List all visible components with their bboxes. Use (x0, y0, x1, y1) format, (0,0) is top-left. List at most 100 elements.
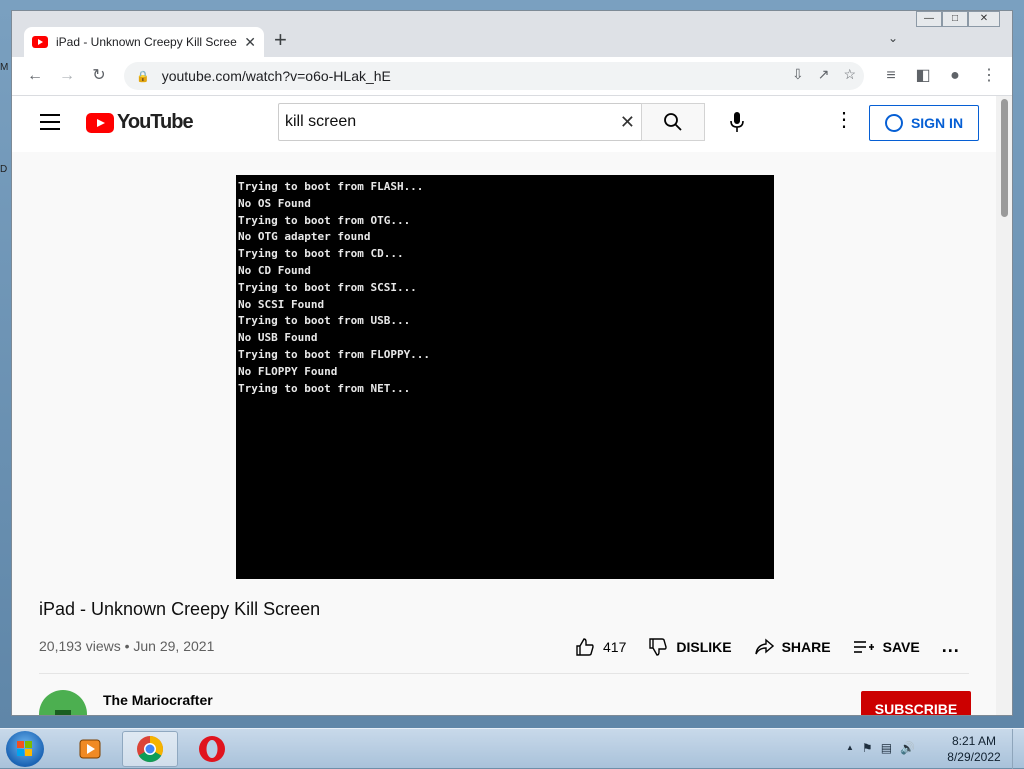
youtube-logo[interactable]: YouTube (86, 111, 194, 134)
playlist-add-icon (853, 640, 874, 653)
browser-menu-icon[interactable]: ⋮ (978, 65, 1000, 87)
network-icon[interactable]: ▤ (881, 741, 892, 755)
taskbar-chrome[interactable] (122, 731, 178, 767)
new-tab-button[interactable]: + (274, 29, 287, 51)
page-scrollbar[interactable] (996, 96, 1012, 715)
youtube-header: YouTube kill screen ✕ ⋮ SIGN IN (12, 96, 996, 152)
youtube-logo-text: YouTube (117, 111, 194, 133)
system-tray: ▲ ⚑ ▤ 🔊 (846, 741, 915, 755)
forward-arrow-icon[interactable]: → (56, 65, 78, 87)
tab-strip: iPad - Unknown Creepy Kill Scree ✕ + ⌄ —… (12, 11, 1012, 57)
console-line: No FLOPPY Found (238, 364, 338, 378)
opera-icon (199, 736, 225, 762)
video-player[interactable]: Trying to boot from FLASH... No OS Found… (236, 175, 774, 579)
lock-icon: 🔒 (136, 70, 150, 83)
search-button[interactable] (641, 103, 705, 141)
console-line: Trying to boot from CD... (238, 247, 404, 261)
subscribe-button[interactable]: SUBSCRIBE (861, 691, 971, 715)
tab-title: iPad - Unknown Creepy Kill Scree (56, 35, 237, 49)
profile-icon[interactable]: ● (944, 65, 966, 87)
youtube-favicon-icon (32, 36, 48, 48)
settings-more-icon[interactable]: ⋮ (834, 110, 854, 130)
clock-time: 8:21 AM (951, 734, 997, 748)
show-desktop-button[interactable] (1012, 729, 1024, 769)
search-input[interactable]: kill screen ✕ (278, 103, 642, 141)
thumbs-up-icon (576, 637, 594, 656)
youtube-page: YouTube kill screen ✕ ⋮ SIGN IN Trying t… (12, 96, 996, 715)
close-window-button[interactable]: ✕ (968, 11, 1000, 27)
save-button[interactable]: SAVE (853, 639, 920, 655)
browser-tab[interactable]: iPad - Unknown Creepy Kill Scree ✕ (24, 27, 264, 57)
youtube-play-icon (86, 112, 114, 133)
share-button[interactable]: SHARE (754, 637, 831, 657)
channel-avatar[interactable] (39, 690, 87, 715)
volume-icon[interactable]: 🔊 (900, 741, 915, 755)
share-page-icon[interactable]: ↗ (818, 66, 830, 83)
console-line: Trying to boot from NET... (238, 381, 411, 395)
search-query[interactable]: kill screen (285, 113, 620, 131)
share-label: SHARE (781, 638, 831, 655)
bookmark-star-icon[interactable]: ☆ (843, 66, 856, 83)
action-center-icon[interactable]: ⚑ (862, 741, 873, 755)
url-text[interactable]: youtube.com/watch?v=o6o-HLak_hE (162, 68, 391, 84)
console-line: Trying to boot from FLOPPY... (238, 347, 431, 361)
account-icon (884, 114, 903, 132)
console-line: No OS Found (238, 196, 311, 210)
taskbar-media-player[interactable] (62, 731, 118, 767)
taskbar: ▲ ⚑ ▤ 🔊 8:21 AM 8/29/2022 (0, 728, 1024, 769)
more-actions-icon[interactable]: ... (942, 636, 960, 657)
console-line: Trying to boot from USB... (238, 314, 411, 328)
watch-content: Trying to boot from FLASH... No OS Found… (12, 152, 996, 715)
start-button[interactable] (6, 731, 44, 767)
browser-window: iPad - Unknown Creepy Kill Scree ✕ + ⌄ —… (11, 10, 1013, 716)
clear-search-icon[interactable]: ✕ (620, 112, 635, 133)
taskbar-opera[interactable] (184, 731, 240, 767)
video-actions: 417 DISLIKE SHARE SAVE ... (575, 636, 960, 657)
back-arrow-icon[interactable]: ← (24, 65, 46, 87)
tab-close-icon[interactable]: ✕ (244, 34, 256, 51)
like-count: 417 (603, 638, 627, 655)
hamburger-menu-icon[interactable] (40, 114, 60, 130)
sign-in-button[interactable]: SIGN IN (869, 105, 979, 141)
console-line: No OTG adapter found (238, 230, 371, 244)
chrome-icon (137, 736, 164, 763)
show-hidden-icons-icon[interactable]: ▲ (846, 741, 854, 755)
side-panel-icon[interactable]: ◧ (912, 65, 934, 87)
install-app-icon[interactable]: ⇩ (792, 66, 804, 83)
video-meta: 20,193 views • Jun 29, 2021 (39, 638, 215, 654)
console-line: Trying to boot from SCSI... (238, 280, 417, 294)
browser-toolbar: ← → ↻ 🔒 youtube.com/watch?v=o6o-HLak_hE … (12, 57, 1012, 96)
scrollbar-thumb[interactable] (1001, 99, 1008, 217)
maximize-button[interactable]: □ (942, 11, 968, 27)
tab-search-chevron-icon[interactable]: ⌄ (888, 31, 898, 45)
save-label: SAVE (882, 638, 920, 655)
thumbs-down-icon (649, 637, 668, 656)
share-arrow-icon (754, 637, 774, 654)
reload-icon[interactable]: ↻ (88, 65, 110, 87)
media-player-icon (79, 739, 101, 759)
search-icon (664, 113, 682, 131)
address-bar[interactable]: 🔒 youtube.com/watch?v=o6o-HLak_hE ⇩ ↗ ☆ (124, 62, 864, 90)
voice-search-button[interactable] (720, 105, 754, 139)
console-line: No SCSI Found (238, 297, 325, 311)
console-line: Trying to boot from FLASH... (238, 180, 424, 193)
dislike-label: DISLIKE (676, 638, 732, 655)
video-title: iPad - Unknown Creepy Kill Screen (39, 599, 321, 619)
windows-logo-icon (17, 741, 33, 757)
divider (39, 673, 969, 674)
microphone-icon (730, 112, 744, 132)
console-line: Trying to boot from OTG... (238, 213, 411, 227)
channel-name[interactable]: The Mariocrafter (103, 692, 213, 708)
console-output: Trying to boot from FLASH... No OS Found… (238, 179, 772, 397)
console-line: No CD Found (238, 263, 311, 277)
desktop-icon-fragment: D (0, 164, 8, 175)
dislike-button[interactable]: DISLIKE (648, 637, 732, 657)
minimize-button[interactable]: — (916, 11, 942, 27)
sign-in-label: SIGN IN (910, 115, 964, 131)
console-line: No USB Found (238, 331, 318, 345)
clock[interactable]: 8:21 AM 8/29/2022 (944, 733, 1004, 765)
like-button[interactable]: 417 (575, 637, 626, 657)
reading-list-icon[interactable]: ≡ (880, 65, 902, 87)
clock-date: 8/29/2022 (947, 750, 1001, 764)
desktop-icon-fragment: M (0, 62, 9, 73)
